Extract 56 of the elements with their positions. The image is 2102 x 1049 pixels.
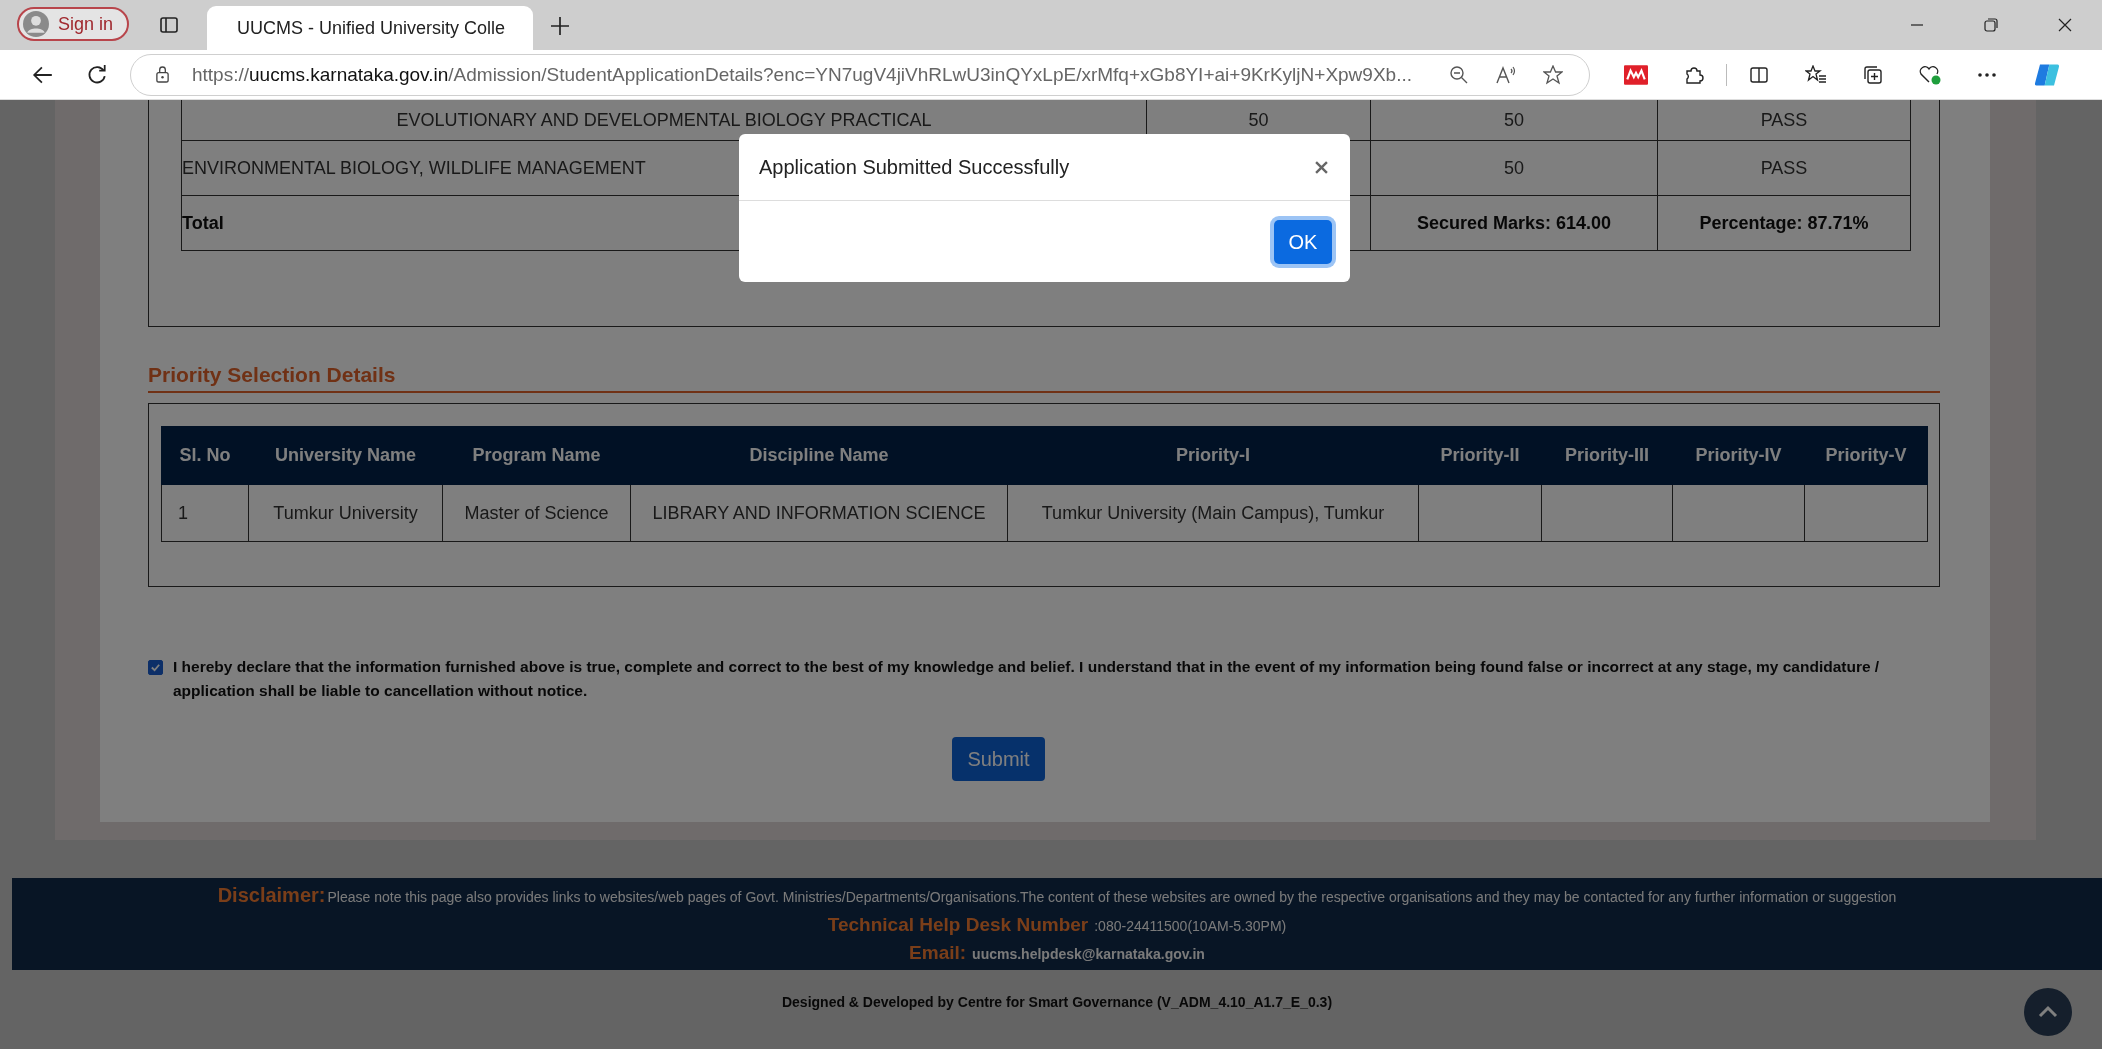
- lock-icon: [155, 66, 170, 83]
- table-cell: PASS: [1657, 100, 1911, 141]
- tab-title: UUCMS - Unified University Colle: [237, 17, 506, 39]
- section-heading: Priority Selection Details: [148, 363, 1940, 393]
- read-aloud-icon[interactable]: [1495, 64, 1517, 85]
- column-header: Priority-III: [1541, 426, 1673, 485]
- refresh-icon[interactable]: [86, 63, 108, 86]
- helpdesk-number: :080-24411500(10AM-5.30PM): [1094, 917, 1287, 934]
- puzzle-icon[interactable]: [1684, 64, 1704, 85]
- restore-icon[interactable]: [1984, 18, 1998, 32]
- more-icon[interactable]: [1977, 71, 1997, 78]
- sign-in-button[interactable]: Sign in: [17, 7, 130, 41]
- close-icon[interactable]: [2058, 18, 2072, 32]
- avatar-icon: [23, 11, 49, 37]
- dialog-title: Application Submitted Successfully: [759, 155, 1070, 179]
- split-screen-icon[interactable]: [1749, 64, 1769, 85]
- collections-icon[interactable]: [1863, 64, 1883, 85]
- email-label: Email:: [909, 941, 967, 964]
- table-cell: Percentage: 87.71%: [1657, 195, 1911, 251]
- credit-text: Designed & Developed by Centre for Smart Governance (V_ADM_4.10_A1.7_E_0.3): [780, 994, 1334, 1010]
- table-cell: Tumkur University (Main Campus), Tumkur: [1007, 484, 1419, 542]
- table-cell: Tumkur University: [248, 484, 443, 542]
- table-cell: LIBRARY AND INFORMATION SCIENCE: [630, 484, 1008, 542]
- disclaimer-label: Disclaimer:: [217, 884, 326, 908]
- url-text: https://uucms.karnataka.gov.in/Admission/StudentApplicationDetails?enc=YN7ugV4jiVhRLwU3inQYxLpE/xrMfq+xGb8YI+ai+9KrKyljN+Xpw9Xb...: [192, 63, 1413, 86]
- column-header: University Name: [248, 426, 443, 485]
- declaration-checkbox[interactable]: [148, 660, 163, 675]
- tab-actions-icon[interactable]: [159, 15, 180, 35]
- table-cell: PASS: [1657, 140, 1911, 196]
- column-header: Priority-IV: [1672, 426, 1805, 485]
- helpdesk-label: Technical Help Desk Number: [827, 913, 1089, 936]
- health-icon[interactable]: [1919, 64, 1941, 85]
- browser-tab[interactable]: UUCMS - Unified University Colle: [207, 6, 534, 50]
- checkmark-icon: [150, 662, 161, 673]
- table-cell: 50: [1370, 100, 1658, 141]
- column-header: Discipline Name: [630, 426, 1008, 485]
- zoom-out-icon[interactable]: [1449, 64, 1469, 85]
- column-header: Priority-V: [1804, 426, 1928, 485]
- column-header: Priority-II: [1418, 426, 1542, 485]
- table-cell: 50: [1370, 140, 1658, 196]
- submit-button[interactable]: Submit: [952, 737, 1045, 781]
- table-cell: 1: [161, 484, 249, 542]
- extension-icon[interactable]: [1624, 64, 1648, 85]
- scroll-to-top-icon[interactable]: [2024, 988, 2072, 1036]
- column-header: Priority-I: [1007, 426, 1419, 485]
- column-header: Program Name: [442, 426, 631, 485]
- close-icon[interactable]: [1315, 160, 1328, 174]
- star-icon[interactable]: [1543, 64, 1563, 85]
- disclaimer-text: Please note this page also provides links to websites/web pages of Govt. Ministries/Departments/Organisations.The content of these websites are owned by the respective organisations and they may be contacted for any further information or suggestion: [327, 889, 1897, 906]
- table-cell: Secured Marks: 614.00: [1370, 195, 1658, 251]
- new-tab-icon[interactable]: [551, 17, 570, 35]
- email-address: uucms.helpdesk@karnataka.gov.in: [972, 945, 1205, 962]
- table-cell: Master of Science: [442, 484, 631, 542]
- favorites-icon[interactable]: [1805, 64, 1827, 85]
- column-header: Sl. No: [161, 426, 249, 485]
- declaration-text: I hereby declare that the information furnished above is true, complete and correct to the best of my knowledge and belief. I understand that in the event of my information being found false or incorrect at any stage, my candidature / application shall be liable to cancellation without notice.: [173, 657, 1881, 701]
